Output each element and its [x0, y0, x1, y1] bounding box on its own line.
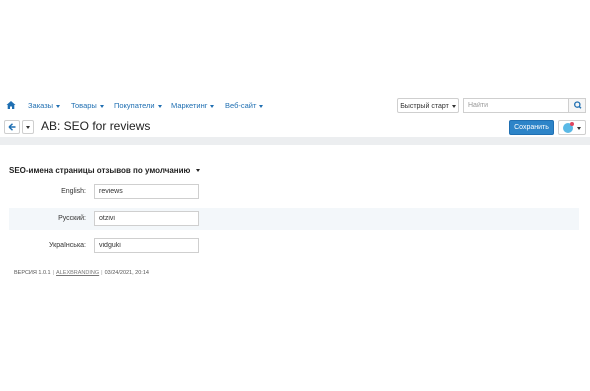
chevron-down-icon	[99, 104, 104, 108]
chevron-down-icon	[451, 104, 456, 108]
search-button[interactable]	[568, 98, 586, 113]
chevron-down-icon	[577, 127, 581, 130]
addon-menu-button[interactable]	[558, 120, 586, 135]
chevron-down-icon	[210, 104, 215, 108]
nav-item-customers[interactable]: Покупатели	[114, 101, 162, 110]
field-label-russian: Русский:	[58, 215, 86, 222]
chevron-down-icon	[157, 104, 162, 108]
nav-item-label: Покупатели	[114, 101, 155, 110]
seo-name-english-input[interactable]	[94, 184, 199, 199]
build-date: 03/24/2021, 20:14	[104, 270, 149, 276]
search-input[interactable]	[463, 98, 568, 113]
back-button[interactable]	[4, 120, 20, 134]
nav-item-website[interactable]: Веб-сайт	[225, 101, 264, 110]
chevron-down-icon	[26, 126, 30, 129]
quick-start-label: Быстрый старт	[400, 103, 449, 110]
chevron-down-icon	[259, 104, 264, 108]
version-text: ВЕРСИЯ 1.0.1	[14, 270, 51, 276]
home-icon[interactable]	[6, 100, 16, 110]
section-toggle[interactable]: SEO-имена страницы отзывов по умолчанию	[9, 166, 201, 175]
nav-item-label: Заказы	[28, 101, 54, 110]
back-dropdown-button[interactable]	[22, 120, 34, 134]
nav-item-label: Веб-сайт	[225, 101, 257, 110]
footer: ВЕРСИЯ 1.0.1 | ALEXBRANDING | 03/24/2021, 20…	[14, 270, 149, 276]
chevron-down-icon	[56, 104, 61, 108]
page-title: AB: SEO for reviews	[41, 119, 151, 133]
field-label-ukrainian: Українська:	[49, 242, 86, 249]
section-title: SEO-имена страницы отзывов по умолчанию	[9, 166, 191, 175]
field-label-english: English:	[61, 188, 86, 195]
save-button[interactable]: Сохранить	[509, 120, 554, 135]
arrow-left-icon	[8, 123, 16, 131]
chevron-down-icon	[196, 169, 201, 173]
search-icon	[574, 101, 582, 109]
author-link[interactable]: ALEXBRANDING	[56, 270, 99, 276]
header-divider	[0, 137, 590, 145]
nav-item-marketing[interactable]: Маркетинг	[171, 101, 215, 110]
quick-start-button[interactable]: Быстрый старт	[397, 98, 459, 113]
seo-name-russian-input[interactable]	[94, 211, 199, 226]
nav-item-label: Маркетинг	[171, 101, 208, 110]
notification-dot-icon	[570, 122, 574, 126]
nav-item-orders[interactable]: Заказы	[28, 101, 61, 110]
seo-name-ukrainian-input[interactable]	[94, 238, 199, 253]
nav-item-products[interactable]: Товары	[71, 101, 104, 110]
nav-item-label: Товары	[71, 101, 97, 110]
